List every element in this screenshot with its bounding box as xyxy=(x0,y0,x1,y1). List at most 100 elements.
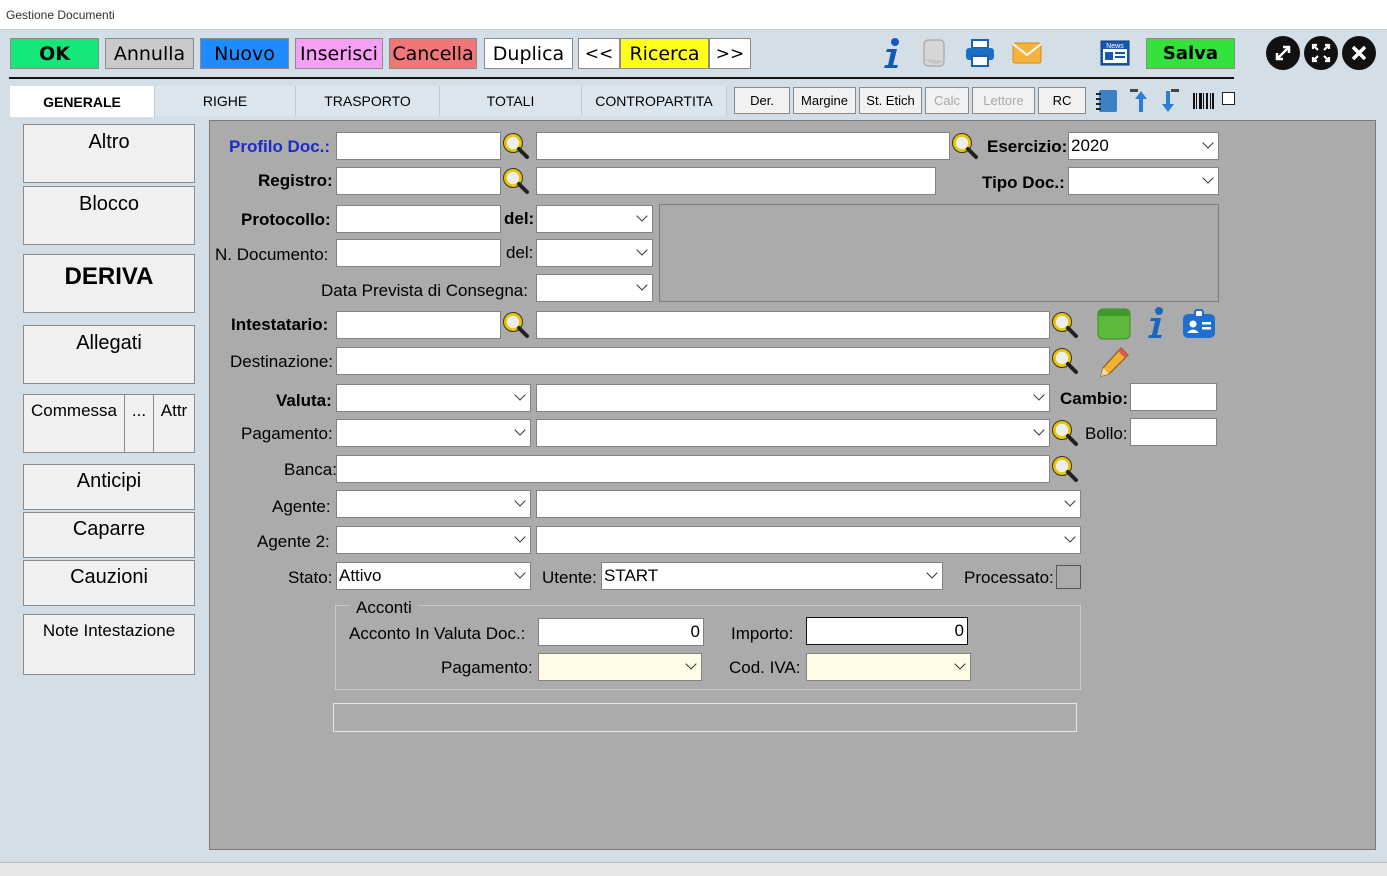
profilo-doc-code-input[interactable] xyxy=(336,132,501,160)
agente2-description-select[interactable] xyxy=(536,526,1081,554)
tab-contropartita[interactable]: CONTROPARTITA xyxy=(582,86,727,116)
utente-select[interactable]: START xyxy=(601,562,943,590)
profilo-doc-description-input[interactable] xyxy=(536,132,950,160)
deriva-button[interactable]: DERIVA xyxy=(23,254,195,313)
esercizio-select[interactable]: 2020 xyxy=(1068,132,1219,160)
agente2-select[interactable] xyxy=(336,526,531,554)
rc-button[interactable]: RC xyxy=(1038,87,1086,114)
ok-button[interactable]: OK xyxy=(10,38,99,69)
chevron-down-icon xyxy=(1033,424,1045,436)
margine-button[interactable]: Margine xyxy=(793,87,856,114)
inserisci-button[interactable]: Inserisci xyxy=(295,38,383,69)
minimize-window-icon[interactable] xyxy=(1266,36,1300,70)
next-button[interactable]: >> xyxy=(709,38,751,69)
search-icon[interactable] xyxy=(1050,346,1080,376)
tab-righe[interactable]: RIGHE xyxy=(155,86,296,116)
processato-checkbox[interactable] xyxy=(1056,565,1081,589)
blocco-button[interactable]: Blocco xyxy=(23,186,195,245)
importo-value: 0 xyxy=(954,621,964,640)
stato-select[interactable]: Attivo xyxy=(336,562,531,590)
protocollo-input[interactable] xyxy=(336,205,501,233)
cancella-button[interactable]: Cancella xyxy=(389,38,477,69)
acconto-valuta-input[interactable]: 0 xyxy=(538,618,704,646)
info-icon[interactable] xyxy=(875,36,909,70)
registro-code-input[interactable] xyxy=(336,167,501,195)
protocollo-date-select[interactable] xyxy=(536,205,653,233)
intestatario-description-input[interactable] xyxy=(536,311,1050,339)
lettore-button[interactable]: Lettore xyxy=(972,87,1035,114)
search-icon[interactable] xyxy=(1050,454,1080,484)
banca-input[interactable] xyxy=(336,455,1050,483)
ricerca-button[interactable]: Ricerca xyxy=(620,38,709,69)
valuta-select[interactable] xyxy=(336,384,531,412)
tab-totali[interactable]: TOTALI xyxy=(440,86,582,116)
n-documento-input[interactable] xyxy=(336,239,501,267)
commessa-button[interactable]: Commessa xyxy=(23,394,125,453)
acconto-valuta-label: Acconto In Valuta Doc.: xyxy=(349,624,526,643)
option-checkbox[interactable] xyxy=(1222,92,1235,105)
bollo-input[interactable] xyxy=(1130,418,1217,446)
der-button[interactable]: Der. xyxy=(734,87,790,114)
pagamento-select[interactable] xyxy=(336,419,531,447)
info-icon[interactable] xyxy=(1143,306,1169,340)
valuta-label: Valuta: xyxy=(276,391,332,410)
cambio-label: Cambio: xyxy=(1060,389,1128,408)
contact-card-icon[interactable] xyxy=(1181,308,1217,340)
annulla-button[interactable]: Annulla xyxy=(105,38,194,69)
search-icon[interactable] xyxy=(501,131,531,161)
importo-input[interactable]: 0 xyxy=(806,617,968,645)
arrow-down-icon[interactable] xyxy=(1153,84,1187,118)
search-icon[interactable] xyxy=(501,310,531,340)
printer-icon[interactable] xyxy=(963,36,997,70)
search-icon[interactable] xyxy=(1050,418,1080,448)
email-icon[interactable] xyxy=(1010,36,1044,70)
attr-button[interactable]: Attr xyxy=(153,394,195,453)
cauzioni-button[interactable]: Cauzioni xyxy=(23,560,195,606)
intestatario-code-input[interactable] xyxy=(336,311,501,339)
allegati-button[interactable]: Allegati xyxy=(23,325,195,384)
pagamento-description-select[interactable] xyxy=(536,419,1050,447)
bottom-bar xyxy=(0,862,1387,876)
chevron-down-icon xyxy=(514,531,526,543)
calc-button[interactable]: Calc xyxy=(925,87,969,114)
valuta-description-select[interactable] xyxy=(536,384,1050,412)
agente-description-select[interactable] xyxy=(536,490,1081,518)
tab-generale[interactable]: GENERALE xyxy=(10,86,155,117)
close-icon[interactable] xyxy=(1342,36,1376,70)
note-intestazione-button[interactable]: Note Intestazione xyxy=(23,614,195,675)
altro-button[interactable]: Altro xyxy=(23,124,195,183)
search-icon[interactable] xyxy=(950,131,980,161)
cod-iva-select[interactable] xyxy=(806,653,971,681)
search-icon[interactable] xyxy=(501,166,531,196)
chevron-down-icon xyxy=(514,424,526,436)
commessa-dots-button[interactable]: ... xyxy=(124,394,154,453)
n-documento-date-select[interactable] xyxy=(536,239,653,267)
search-icon[interactable] xyxy=(1050,310,1080,340)
tab-trasporto[interactable]: TRASPORTO xyxy=(296,86,440,116)
arrow-up-icon[interactable] xyxy=(1122,84,1156,118)
banca-label: Banca: xyxy=(284,460,337,479)
barcode-icon[interactable] xyxy=(1186,84,1220,118)
note-icon[interactable] xyxy=(917,36,951,70)
calendar-icon[interactable] xyxy=(1097,306,1131,340)
nuovo-button[interactable]: Nuovo xyxy=(200,38,289,69)
protocollo-del-label: del: xyxy=(504,209,535,228)
caparre-button[interactable]: Caparre xyxy=(23,512,195,558)
agente-select[interactable] xyxy=(336,490,531,518)
utente-value: START xyxy=(604,566,659,585)
cambio-input[interactable] xyxy=(1130,383,1217,411)
st-etich-button[interactable]: St. Etich xyxy=(859,87,922,114)
registro-description-input[interactable] xyxy=(536,167,936,195)
anticipi-button[interactable]: Anticipi xyxy=(23,464,195,510)
tipo-doc-select[interactable] xyxy=(1068,167,1219,195)
previous-button[interactable]: << xyxy=(578,38,620,69)
salva-button[interactable]: Salva xyxy=(1146,38,1235,69)
news-icon[interactable]: News xyxy=(1098,36,1132,70)
pencil-icon[interactable] xyxy=(1097,344,1131,380)
maximize-window-icon[interactable] xyxy=(1304,36,1338,70)
notebook-icon[interactable] xyxy=(1090,84,1124,118)
data-prevista-select[interactable] xyxy=(536,274,653,302)
destinazione-input[interactable] xyxy=(336,347,1050,375)
duplica-button[interactable]: Duplica xyxy=(484,38,573,69)
acconti-pagamento-select[interactable] xyxy=(538,653,702,681)
